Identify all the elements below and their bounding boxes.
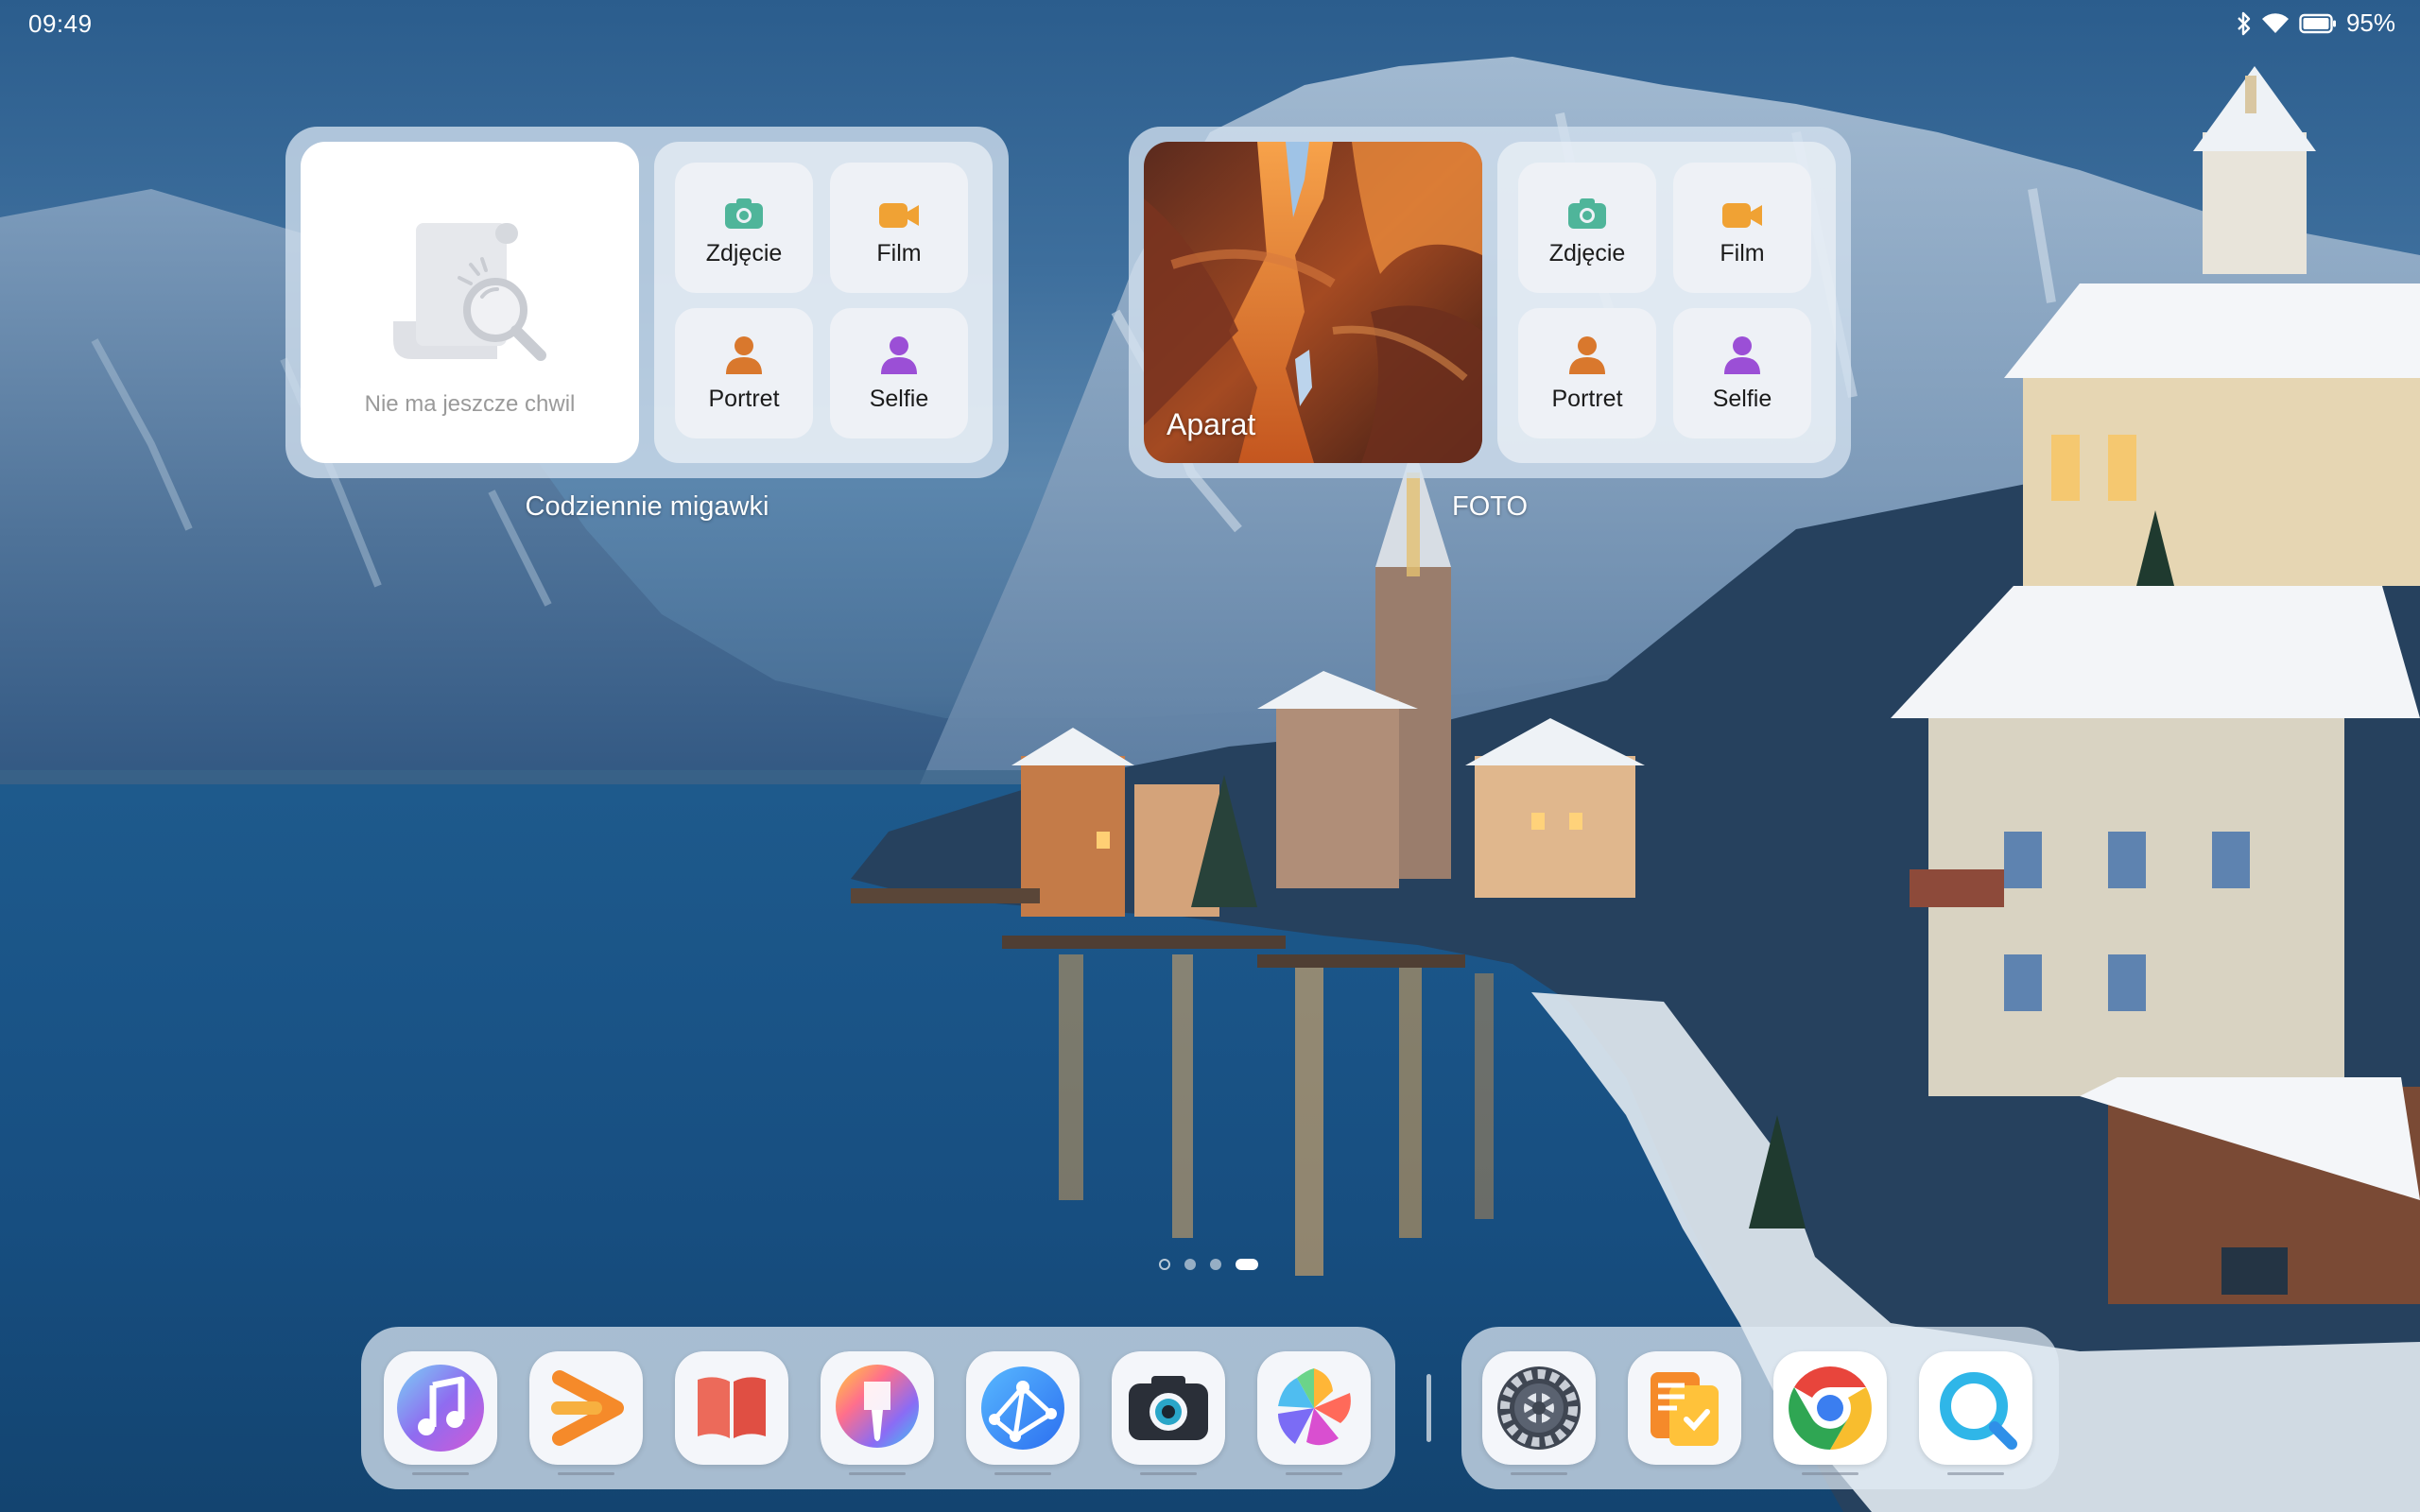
camera-widget-caption: FOTO bbox=[1451, 491, 1529, 522]
camera-widget[interactable]: Aparat Zdjęcie Film Portret Selfie bbox=[1129, 127, 1851, 478]
status-bar: 09:49 95% bbox=[0, 0, 2420, 47]
video-player-app-icon[interactable] bbox=[529, 1351, 643, 1465]
camera-modes: Zdjęcie Film Portret Selfie bbox=[1497, 142, 1836, 463]
page-dot-search[interactable] bbox=[1159, 1259, 1170, 1270]
memories-card[interactable]: Nie ma jeszcze chwil bbox=[301, 142, 639, 463]
battery-icon bbox=[2299, 13, 2337, 34]
browser-app-icon[interactable] bbox=[966, 1351, 1080, 1465]
page-dot[interactable] bbox=[1210, 1259, 1221, 1270]
memories-widget[interactable]: Nie ma jeszcze chwil Zdjęcie Film Portre… bbox=[285, 127, 1009, 478]
mode-photo-label: Zdjęcie bbox=[705, 239, 783, 266]
themes-app-icon[interactable] bbox=[821, 1351, 934, 1465]
mode-portrait-button[interactable]: Portret bbox=[1518, 308, 1656, 438]
running-indicator bbox=[1286, 1472, 1342, 1475]
camera-app-icon[interactable] bbox=[1112, 1351, 1225, 1465]
running-indicator bbox=[412, 1472, 469, 1475]
mode-portrait-label: Portret bbox=[1551, 385, 1623, 412]
battery-percent: 95% bbox=[2345, 9, 2395, 37]
running-indicator bbox=[1140, 1472, 1197, 1475]
memories-widget-caption: Codziennie migawki bbox=[525, 491, 769, 522]
running-indicator bbox=[1511, 1472, 1567, 1475]
mode-photo-label: Zdjęcie bbox=[1548, 239, 1626, 266]
mode-selfie-button[interactable]: Selfie bbox=[830, 308, 968, 438]
mode-photo-button[interactable]: Zdjęcie bbox=[675, 163, 813, 293]
camera-shortcut-card[interactable]: Aparat bbox=[1144, 142, 1482, 463]
memories-camera-modes: Zdjęcie Film Portret Selfie bbox=[654, 142, 993, 463]
memories-empty-text: Nie ma jeszcze chwil bbox=[364, 391, 576, 417]
mode-portrait-button[interactable]: Portret bbox=[675, 308, 813, 438]
camera-icon bbox=[723, 189, 765, 231]
status-icons: 95% bbox=[2237, 9, 2395, 38]
mode-video-label: Film bbox=[876, 239, 922, 266]
mode-selfie-label: Selfie bbox=[869, 385, 929, 412]
portrait-icon bbox=[1567, 335, 1607, 376]
wifi-icon bbox=[2261, 12, 2290, 35]
camera-icon bbox=[1566, 189, 1608, 231]
running-indicator bbox=[849, 1472, 906, 1475]
camera-photo-label: Aparat bbox=[1167, 407, 1256, 441]
selfie-icon bbox=[1722, 335, 1762, 376]
dock-divider bbox=[1426, 1374, 1431, 1442]
mode-portrait-label: Portret bbox=[708, 385, 780, 412]
mode-video-label: Film bbox=[1720, 239, 1765, 266]
search-app-icon[interactable] bbox=[1919, 1351, 2032, 1465]
running-indicator bbox=[994, 1472, 1051, 1475]
selfie-icon bbox=[879, 335, 919, 376]
books-app-icon[interactable] bbox=[675, 1351, 788, 1465]
running-indicator bbox=[1802, 1472, 1858, 1475]
mode-selfie-label: Selfie bbox=[1712, 385, 1772, 412]
gallery-app-icon[interactable] bbox=[1257, 1351, 1371, 1465]
document-search-icon bbox=[393, 223, 546, 361]
running-indicator bbox=[558, 1472, 614, 1475]
dock-apps bbox=[361, 1327, 1395, 1489]
mode-video-button[interactable]: Film bbox=[830, 163, 968, 293]
running-indicator bbox=[1947, 1472, 2004, 1475]
mode-photo-button[interactable]: Zdjęcie bbox=[1518, 163, 1656, 293]
page-dot-active[interactable] bbox=[1236, 1259, 1258, 1270]
page-dot[interactable] bbox=[1184, 1259, 1196, 1270]
settings-app-icon[interactable] bbox=[1482, 1351, 1596, 1465]
mode-video-button[interactable]: Film bbox=[1673, 163, 1811, 293]
status-time: 09:49 bbox=[28, 9, 93, 38]
mode-selfie-button[interactable]: Selfie bbox=[1673, 308, 1811, 438]
music-app-icon[interactable] bbox=[384, 1351, 497, 1465]
page-indicator[interactable] bbox=[1159, 1257, 1258, 1272]
video-icon bbox=[877, 189, 921, 231]
chrome-app-icon[interactable] bbox=[1773, 1351, 1887, 1465]
portrait-icon bbox=[724, 335, 764, 376]
docs-app-icon[interactable] bbox=[1628, 1351, 1741, 1465]
dock-recent-apps bbox=[1461, 1327, 2059, 1489]
video-icon bbox=[1720, 189, 1764, 231]
bluetooth-icon bbox=[2237, 11, 2252, 36]
